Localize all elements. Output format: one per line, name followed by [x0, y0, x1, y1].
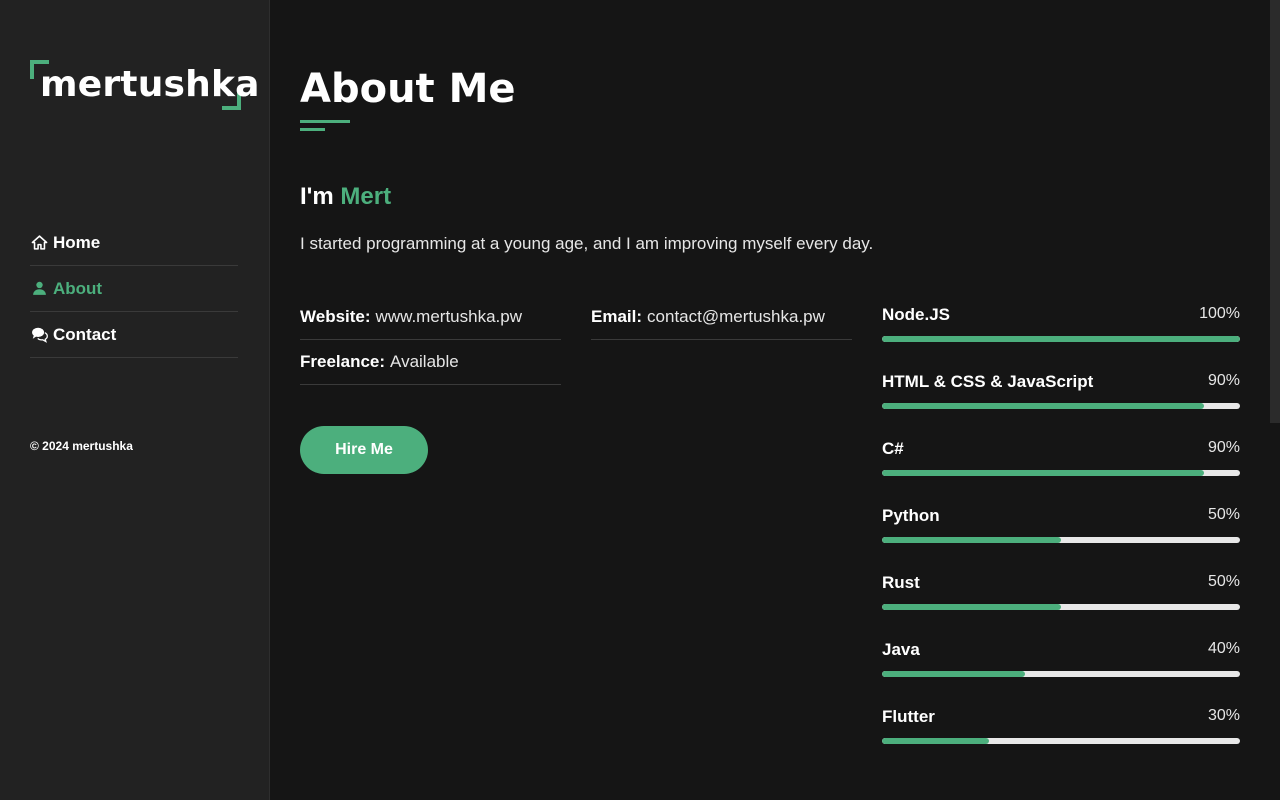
skill-percent: 50% — [1207, 573, 1240, 590]
skill-progress-track — [882, 738, 1240, 744]
info-website: Website: www.mertushka.pw — [300, 295, 561, 340]
title-underline-short — [300, 128, 325, 131]
info-freelance: Freelance: Available — [300, 340, 561, 385]
skill-progress-fill — [882, 738, 990, 744]
info-email: Email: contact@mertushka.pw — [591, 295, 852, 340]
home-icon — [30, 234, 48, 252]
skill-name: C# — [882, 439, 904, 458]
nav-item-label: About — [53, 278, 103, 298]
nav-item-about[interactable]: About — [30, 266, 238, 312]
skill-progress-track — [882, 470, 1240, 476]
skill-progress-fill — [882, 604, 1061, 610]
info-label: Email: — [591, 307, 643, 326]
nav-item-home[interactable]: Home — [30, 220, 238, 266]
skill-item: Flutter 30% — [882, 707, 1240, 774]
skill-percent: 30% — [1207, 707, 1240, 724]
skill-item: Java 40% — [882, 640, 1240, 707]
skill-item: HTML & CSS & JavaScript 90% — [882, 372, 1240, 439]
skill-progress-fill — [882, 336, 1240, 342]
skill-name: HTML & CSS & JavaScript — [882, 372, 1094, 391]
skill-percent: 50% — [1207, 506, 1240, 523]
scrollbar[interactable] — [1269, 0, 1280, 800]
sidebar: mertushka Home About Contact © 2024 mert… — [0, 0, 270, 800]
skill-progress-track — [882, 537, 1240, 543]
skill-progress-fill — [882, 537, 1061, 543]
info-label: Freelance: — [300, 352, 386, 371]
skill-percent: 90% — [1207, 439, 1240, 456]
user-icon — [30, 280, 48, 298]
nav-item-label: Contact — [53, 324, 117, 344]
logo-text: mertushka — [40, 64, 260, 105]
info-value: www.mertushka.pw — [375, 307, 522, 326]
title-underline — [300, 120, 350, 123]
main-nav: Home About Contact — [30, 220, 238, 358]
nav-item-contact[interactable]: Contact — [30, 312, 238, 358]
scrollbar-thumb[interactable] — [1270, 0, 1280, 423]
logo[interactable]: mertushka — [30, 60, 259, 110]
skill-progress-track — [882, 604, 1240, 610]
nav-item-label: Home — [53, 232, 101, 252]
skill-name: Node.JS — [882, 305, 951, 324]
intro-name: Mert — [340, 183, 392, 210]
skill-progress-fill — [882, 470, 1205, 476]
info-value: Available — [390, 352, 459, 371]
skill-progress-fill — [882, 671, 1026, 677]
skill-item: Rust 50% — [882, 573, 1240, 640]
comments-icon — [30, 326, 48, 344]
skill-item: Python 50% — [882, 506, 1240, 573]
intro-heading: I'm Mert — [300, 183, 391, 211]
intro-prefix: I'm — [300, 183, 334, 210]
skill-item: C# 90% — [882, 439, 1240, 506]
skills-list: Node.JS 100% HTML & CSS & JavaScript 90% C# 9… — [882, 305, 1240, 774]
skill-progress-fill — [882, 403, 1205, 409]
main-content: About Me I'm Mert I started programming … — [300, 0, 1240, 800]
skill-item: Node.JS 100% — [882, 305, 1240, 372]
skill-percent: 100% — [1199, 305, 1240, 322]
intro-text: I started programming at a young age, an… — [300, 234, 874, 253]
skill-progress-track — [882, 336, 1240, 342]
page-title: About Me — [300, 66, 516, 112]
info-value: contact@mertushka.pw — [647, 307, 825, 326]
skill-name: Java — [882, 640, 920, 659]
skill-percent: 40% — [1207, 640, 1240, 657]
info-label: Website: — [300, 307, 371, 326]
skill-name: Flutter — [882, 707, 935, 726]
skill-name: Python — [882, 506, 940, 525]
skill-name: Rust — [882, 573, 920, 592]
copyright: © 2024 mertushka — [30, 439, 133, 453]
hire-me-button[interactable]: Hire Me — [300, 426, 428, 474]
skill-progress-track — [882, 671, 1240, 677]
skill-percent: 90% — [1207, 372, 1240, 389]
skill-progress-track — [882, 403, 1240, 409]
